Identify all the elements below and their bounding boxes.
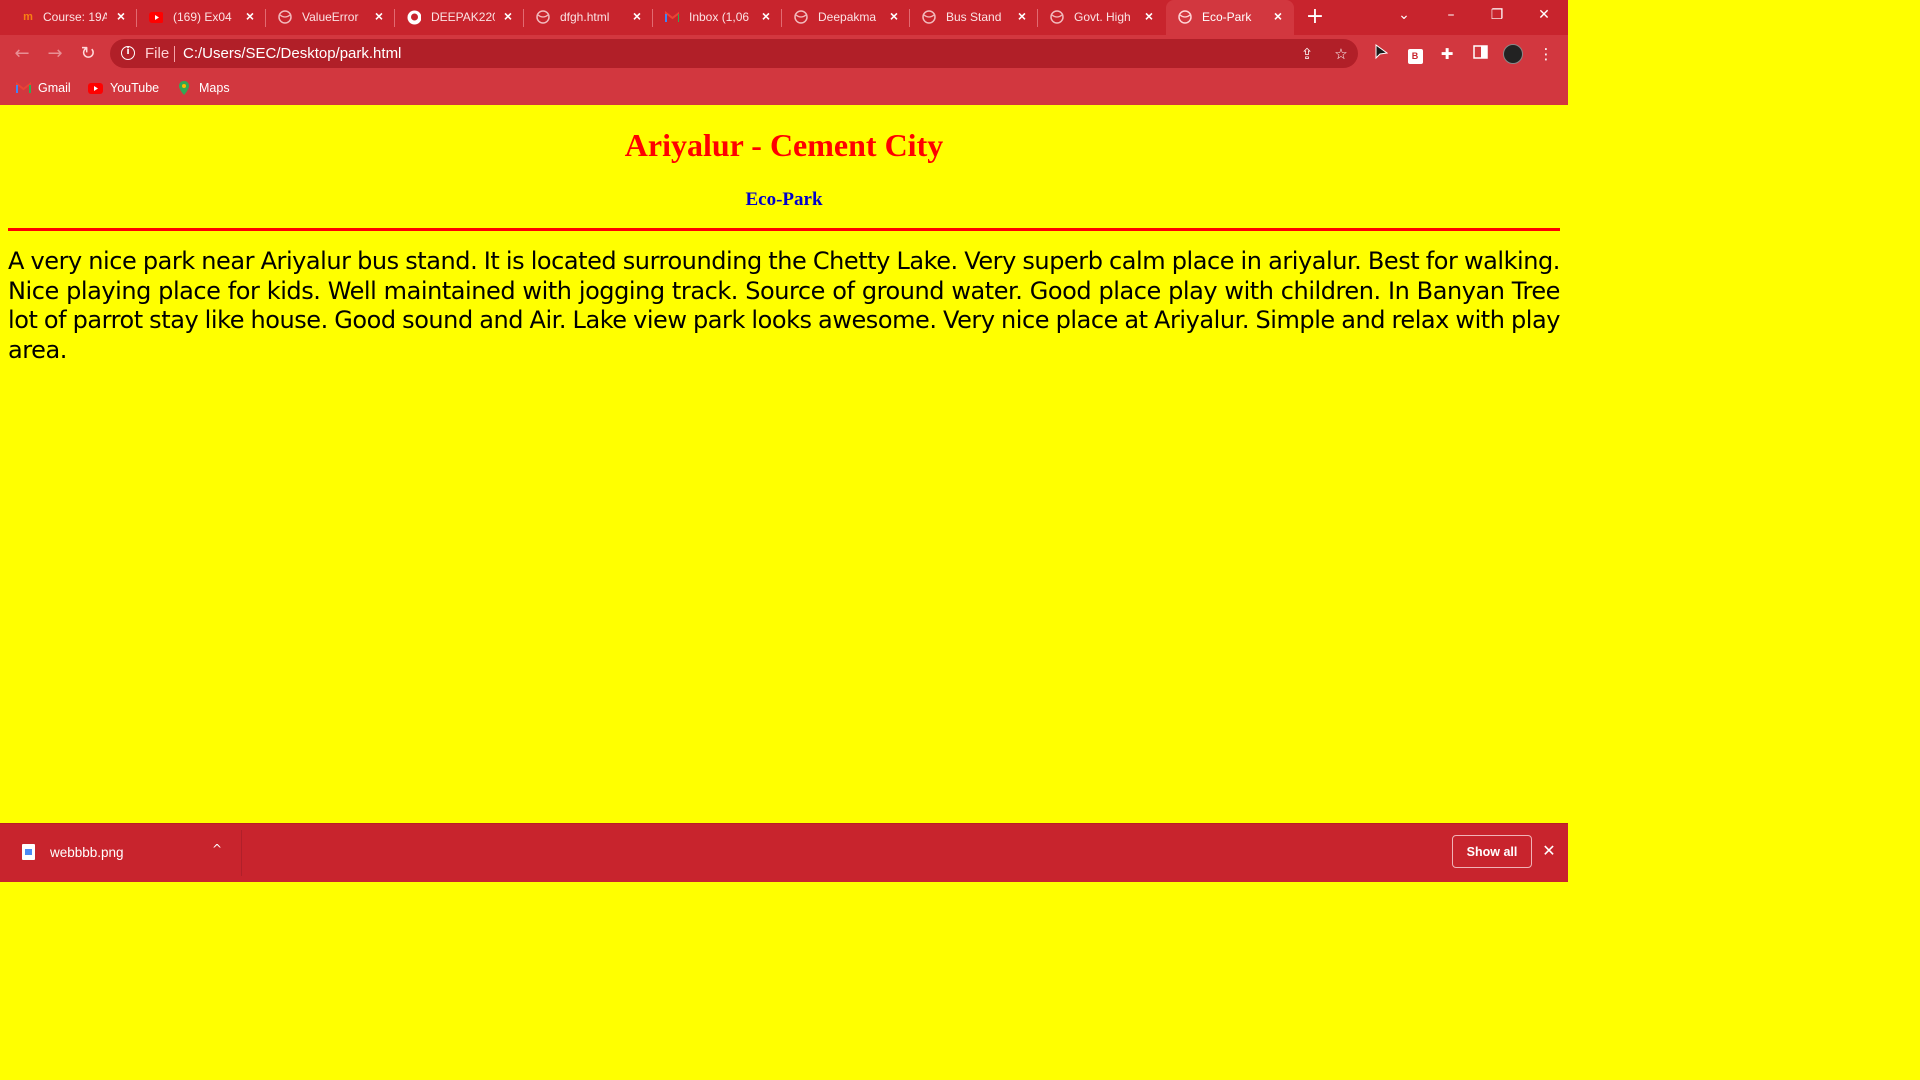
tab-valueerror[interactable]: ValueError ×: [266, 0, 395, 35]
page-subtitle: Eco-Park: [745, 189, 823, 210]
web-page: Ariyalur - Cement City Eco-Park A very n…: [0, 105, 1568, 823]
close-tab-icon[interactable]: ×: [758, 8, 774, 24]
download-filename[interactable]: webbbb.png: [50, 845, 124, 860]
close-tab-icon[interactable]: ×: [242, 8, 258, 24]
close-tab-icon[interactable]: ×: [371, 8, 387, 24]
bookmark-label: YouTube: [110, 81, 160, 95]
tab-github[interactable]: DEEPAK220 ×: [395, 0, 524, 35]
menu-kebab-icon[interactable]: ⋮: [1536, 44, 1556, 64]
extensions-puzzle-icon[interactable]: ✚: [1437, 44, 1457, 64]
bookmark-label: Gmail: [38, 81, 71, 95]
address-scheme: File: [145, 45, 170, 62]
globe-icon: [922, 10, 936, 24]
close-tab-icon[interactable]: ×: [1014, 8, 1030, 24]
globe-icon: [794, 10, 808, 24]
restore-button[interactable]: ❐: [1482, 5, 1512, 29]
address-url[interactable]: C:/Users/SEC/Desktop/park.html: [183, 45, 401, 62]
horizontal-rule: [8, 228, 1560, 231]
tab-title: Deepakma: [818, 10, 877, 24]
page-title: Ariyalur - Cement City: [624, 127, 944, 163]
tab-govthigh[interactable]: Govt. High ×: [1038, 0, 1165, 35]
close-tab-icon[interactable]: ×: [500, 8, 516, 24]
moodle-icon: m: [23, 11, 33, 23]
youtube-icon: [149, 10, 163, 24]
bookmark-youtube[interactable]: YouTube: [87, 79, 159, 97]
tab-dfgh[interactable]: dfgh.html ×: [524, 0, 653, 35]
tab-title: ValueError: [302, 10, 359, 24]
info-icon[interactable]: i: [121, 46, 135, 60]
address-bar[interactable]: i File C:/Users/SEC/Desktop/park.html ⇪ …: [110, 39, 1358, 68]
minimize-button[interactable]: –: [1436, 5, 1466, 29]
gmail-icon: [665, 10, 679, 24]
tab-title: dfgh.html: [560, 10, 610, 24]
gmail-icon: [15, 80, 31, 96]
forward-button[interactable]: →: [44, 43, 66, 65]
show-all-button[interactable]: Show all: [1452, 835, 1532, 868]
tab-strip: m Course: 19A × (169) Ex04 × ValueError …: [0, 0, 1568, 35]
maps-icon: [176, 80, 192, 96]
tab-title: (169) Ex04: [173, 10, 232, 24]
shelf-divider: [241, 830, 242, 876]
chevron-up-icon[interactable]: ^: [209, 842, 225, 858]
tab-title: Course: 19A: [43, 10, 107, 24]
tab-busstand[interactable]: Bus Stand ×: [910, 0, 1038, 35]
back-button[interactable]: ←: [11, 43, 33, 65]
youtube-icon: [87, 80, 103, 96]
bookmark-label: Maps: [199, 81, 230, 95]
tab-inbox[interactable]: Inbox (1,06 ×: [653, 0, 782, 35]
tab-title: Govt. High: [1074, 10, 1131, 24]
bookmark-gmail[interactable]: Gmail: [15, 79, 71, 97]
globe-icon: [278, 10, 292, 24]
tab-eco-park[interactable]: Eco-Park ×: [1166, 0, 1294, 35]
tab-title: Inbox (1,06: [689, 10, 750, 24]
globe-icon: [536, 10, 550, 24]
profile-avatar[interactable]: [1503, 44, 1523, 64]
bookmark-maps[interactable]: Maps: [176, 79, 230, 97]
close-shelf-icon[interactable]: ✕: [1541, 842, 1557, 860]
tab-title: DEEPAK220: [431, 10, 495, 24]
reload-button[interactable]: ↻: [77, 43, 99, 65]
browser-toolbar: ← → ↻ i File C:/Users/SEC/Desktop/park.h…: [0, 35, 1568, 72]
file-icon: [22, 844, 35, 860]
park-description: A very nice park near Ariyalur bus stand…: [8, 247, 1560, 364]
tab-course[interactable]: m Course: 19A ×: [0, 0, 137, 35]
bookmarks-bar: Gmail YouTube Maps: [0, 72, 1568, 105]
new-tab-button[interactable]: +: [1303, 6, 1327, 30]
tab-title: Bus Stand: [946, 10, 1002, 24]
close-tab-icon[interactable]: ×: [1141, 8, 1157, 24]
globe-icon: [1178, 10, 1192, 24]
github-icon: [407, 10, 421, 24]
close-window-button[interactable]: ✕: [1529, 5, 1559, 29]
tab-deepakma[interactable]: Deepakma ×: [782, 0, 910, 35]
extension-b-icon[interactable]: B: [1405, 44, 1425, 64]
bookmark-star-icon[interactable]: ☆: [1332, 45, 1350, 63]
tab-search-icon[interactable]: ⌄: [1389, 5, 1419, 29]
side-panel-icon[interactable]: [1470, 44, 1490, 64]
close-tab-icon[interactable]: ×: [629, 8, 645, 24]
close-tab-icon[interactable]: ×: [113, 8, 129, 24]
share-icon[interactable]: ⇪: [1298, 45, 1316, 63]
download-shelf: webbbb.png ^ Show all ✕: [0, 823, 1568, 882]
globe-icon: [1050, 10, 1064, 24]
tab-title: Eco-Park: [1202, 10, 1252, 24]
close-tab-icon[interactable]: ×: [1270, 8, 1286, 24]
address-divider: [174, 46, 175, 62]
close-tab-icon[interactable]: ×: [886, 8, 902, 24]
tab-youtube[interactable]: (169) Ex04 ×: [137, 0, 266, 35]
cursor-extension-icon[interactable]: [1371, 44, 1391, 64]
